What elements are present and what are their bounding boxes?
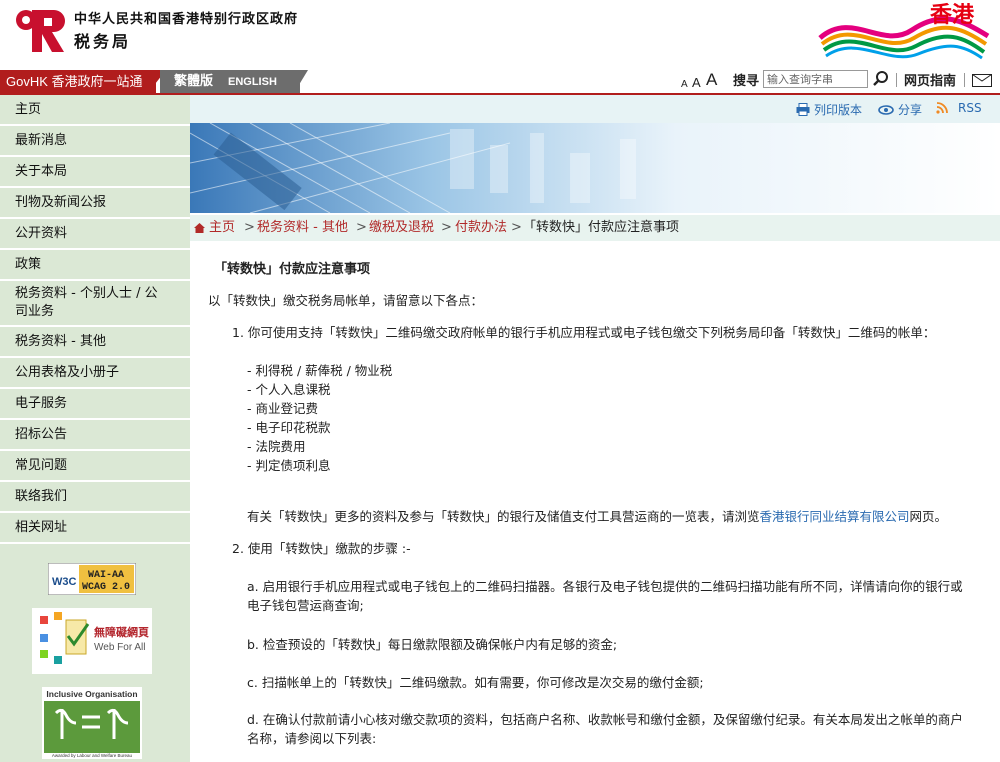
share-label: 分享 xyxy=(898,103,923,117)
svg-text:無障礙網頁: 無障礙網頁 xyxy=(94,625,149,639)
breadcrumb-separator: > xyxy=(356,220,367,235)
toolbar-separator xyxy=(964,73,965,87)
traditional-chinese-link[interactable]: 繁體版 xyxy=(174,70,213,93)
sidebar-item-open-data[interactable]: 公开资料 xyxy=(0,219,190,250)
sidebar-item-about[interactable]: 关于本局 xyxy=(0,157,190,188)
point-2-text: 2. 使用「转数快」缴款的步骤 :- xyxy=(232,541,411,556)
step-d-line-2: 名称，请参阅以下列表: xyxy=(247,731,377,746)
more-info-prefix: 有关「转数快」更多的资料及参与「转数快」的银行及储值支付工具营运商的一览表，请浏… xyxy=(247,509,760,524)
svg-text:Inclusive Organisation: Inclusive Organisation xyxy=(46,689,137,699)
web-for-all-badge[interactable]: 無障礙網頁 Web For All xyxy=(32,608,152,674)
step-c-text: c. 扫描帐单上的「转数快」二维码缴款。如有需要，你可修改是次交易的缴付金额; xyxy=(247,675,704,690)
rss-label: RSS xyxy=(958,101,982,115)
svg-text:Web For All: Web For All xyxy=(94,642,146,653)
search-label: 搜寻 xyxy=(733,74,760,89)
rss-icon xyxy=(936,102,948,114)
svg-text:W3C: W3C xyxy=(52,576,77,588)
sidebar-item-tax-individual-business[interactable]: 税务资料 - 个别人士 / 公司业务 xyxy=(0,281,190,327)
sidebar-item-links[interactable]: 相关网址 xyxy=(0,513,190,544)
step-b-text: b. 检查预设的「转数快」每日缴款限额及确保帐户内有足够的资金; xyxy=(247,637,618,652)
font-size-small-button[interactable]: A xyxy=(681,73,688,96)
bill-item: - 利得税 / 薪俸税 / 物业税 xyxy=(247,363,393,378)
site-header: 中华人民共和国香港特别行政区政府 税务局 香港 xyxy=(0,0,1000,70)
printer-icon xyxy=(796,103,810,116)
rss-link[interactable]: RSS xyxy=(936,101,982,115)
breadcrumb-separator: > xyxy=(511,220,522,235)
point-1-text: 1. 你可使用支持「转数快」二维码缴交政府帐单的银行手机应用程式或电子钱包缴交下… xyxy=(232,325,936,340)
breadcrumb-home[interactable]: 主页 xyxy=(209,215,235,241)
page-banner-image xyxy=(190,123,1000,213)
sidebar-item-policy[interactable]: 政策 xyxy=(0,250,190,281)
search-icon[interactable] xyxy=(872,70,890,88)
sidebar-item-forms[interactable]: 公用表格及小册子 xyxy=(0,358,190,389)
breadcrumb-current: 「转数快」付款应注意事项 xyxy=(523,220,680,235)
bill-item: - 法院费用 xyxy=(247,439,306,454)
main-content: 列印版本 分享 RSS 主页 > 税务资料 - 其他 > 缴税及退税 > 付款办… xyxy=(190,95,1000,762)
share-icon xyxy=(878,104,894,115)
govhk-link[interactable]: GovHK 香港政府一站通 xyxy=(0,70,156,93)
print-version-label: 列印版本 xyxy=(814,103,863,117)
svg-text:WCAG 2.0: WCAG 2.0 xyxy=(82,582,130,593)
brand-text: 香港 xyxy=(930,3,975,28)
breadcrumb-separator: > xyxy=(441,220,452,235)
step-a-line-2: 电子钱包营运商查询; xyxy=(247,598,364,613)
breadcrumb-payment-refund[interactable]: 缴税及退税 xyxy=(369,215,434,241)
svg-text:WAI-AA: WAI-AA xyxy=(88,570,124,581)
breadcrumb-separator: > xyxy=(244,220,255,235)
mail-icon[interactable] xyxy=(972,74,992,87)
page-title: 「转数快」付款应注意事项 xyxy=(214,262,371,277)
brand-hong-kong-logo: 香港 xyxy=(818,3,990,60)
sidebar-item-news[interactable]: 最新消息 xyxy=(0,126,190,157)
sidebar-item-contact[interactable]: 联络我们 xyxy=(0,482,190,513)
w3c-wcag-badge[interactable]: W3C WAI-AA WCAG 2.0 xyxy=(48,563,136,595)
ird-logo-icon[interactable] xyxy=(14,6,66,54)
sidebar-item-publications[interactable]: 刊物及新闻公报 xyxy=(0,188,190,219)
english-link[interactable]: ENGLISH xyxy=(228,71,277,94)
bill-item: - 电子印花税款 xyxy=(247,420,331,435)
share-link[interactable]: 分享 xyxy=(878,101,922,118)
inclusive-organisation-badge[interactable]: Inclusive Organisation Awarded by Labour… xyxy=(42,687,142,759)
font-size-large-button[interactable]: A xyxy=(706,68,717,91)
step-d-line-1: d. 在确认付款前请小心核对缴交款项的资料，包括商户名称、收款帐号和缴付金额，及… xyxy=(247,712,963,727)
sidebar-item-tenders[interactable]: 招标公告 xyxy=(0,420,190,451)
sidebar-item-home[interactable]: 主页 xyxy=(0,95,190,126)
breadcrumb-payment-methods[interactable]: 付款办法 xyxy=(455,215,507,241)
department-name: 税务局 xyxy=(74,32,132,51)
government-title: 中华人民共和国香港特别行政区政府 xyxy=(74,12,299,27)
bill-item: - 个人入息课税 xyxy=(247,382,331,397)
step-a-line-1: a. 启用银行手机应用程式或电子钱包上的二维码扫描器。各银行及电子钱包提供的二维… xyxy=(247,579,963,594)
language-bar: 繁體版 ENGLISH xyxy=(160,70,300,93)
bill-item: - 判定债项利息 xyxy=(247,458,331,473)
sidebar-navigation: 主页 最新消息 关于本局 刊物及新闻公报 公开资料 政策 税务资料 - 个别人士… xyxy=(0,95,190,762)
site-guide-link[interactable]: 网页指南 xyxy=(904,70,956,93)
more-info-text: 有关「转数快」更多的资料及参与「转数快」的银行及储值支付工具营运商的一览表，请浏… xyxy=(247,508,947,526)
sidebar-item-tax-other[interactable]: 税务资料 - 其他 xyxy=(0,327,190,358)
bill-item: - 商业登记费 xyxy=(247,401,318,416)
utility-bar: 列印版本 分享 RSS xyxy=(190,95,1000,123)
breadcrumb: 主页 > 税务资料 - 其他 > 缴税及退税 > 付款办法 > 「转数快」付款应… xyxy=(190,215,1000,241)
sidebar-item-e-services[interactable]: 电子服务 xyxy=(0,389,190,420)
toolbar-separator xyxy=(896,73,897,87)
svg-text:Awarded by Labour and Welfare: Awarded by Labour and Welfare Bureau xyxy=(52,753,133,758)
font-size-medium-button[interactable]: A xyxy=(692,71,701,94)
breadcrumb-tax-other[interactable]: 税务资料 - 其他 xyxy=(257,215,348,241)
print-version-link[interactable]: 列印版本 xyxy=(796,101,862,118)
search-input[interactable] xyxy=(763,70,868,88)
more-info-suffix: 网页。 xyxy=(909,509,948,524)
language-tab-corner xyxy=(294,70,308,93)
intro-text: 以「转数快」缴交税务局帐单，请留意以下各点： xyxy=(208,293,484,308)
sidebar-item-faq[interactable]: 常见问题 xyxy=(0,451,190,482)
home-icon[interactable] xyxy=(194,223,205,233)
hkicl-link[interactable]: 香港银行同业结算有限公司 xyxy=(760,509,910,524)
